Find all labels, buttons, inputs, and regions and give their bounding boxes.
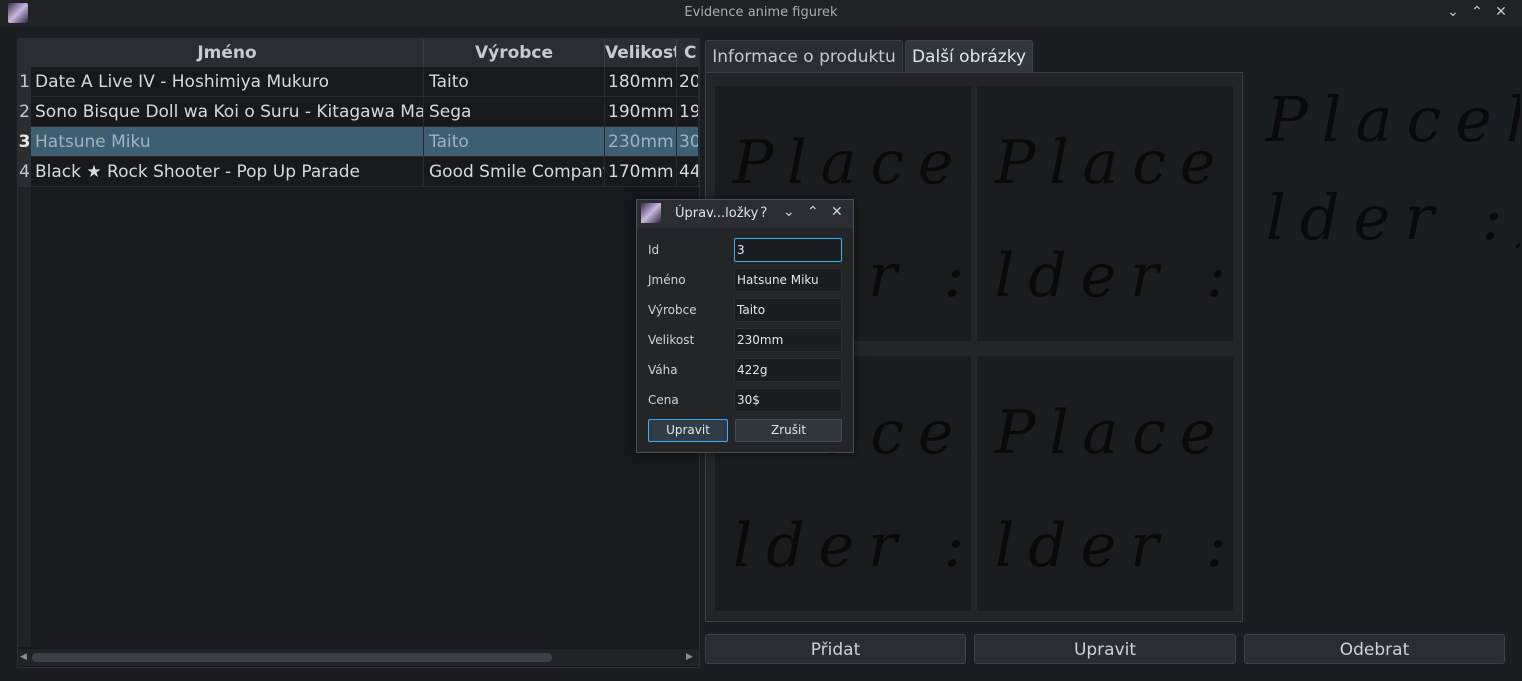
placeholder-text-line2: lder :) — [995, 511, 1233, 581]
image-placeholder: Placeho- lder :) — [977, 356, 1233, 611]
placeholder-text-line2: lder :) — [1266, 181, 1520, 254]
column-header-price[interactable]: C — [677, 39, 699, 67]
minimize-icon[interactable]: ⌄ — [1443, 2, 1463, 22]
main-image-placeholder: Placeho- lder :) — [1252, 60, 1520, 260]
placeholder-text-line1: Placeho- — [995, 398, 1233, 468]
scroll-right-icon[interactable]: ▶ — [686, 652, 693, 662]
cell-size[interactable]: 230mm — [605, 127, 677, 157]
remove-button[interactable]: Odebrat — [1244, 634, 1505, 664]
name-field[interactable]: Hatsune Miku — [734, 268, 842, 292]
maker-label: Výrobce — [648, 303, 697, 317]
price-field[interactable]: 30$ — [734, 388, 842, 412]
cell-name[interactable]: Hatsune Miku — [31, 127, 424, 157]
placeholder-text-line2: lder :) — [995, 241, 1233, 311]
maximize-icon[interactable]: ⌃ — [1467, 2, 1487, 22]
close-icon[interactable]: ✕ — [1491, 2, 1511, 22]
placeholder-text-line2: lder :) — [733, 511, 971, 581]
dialog-title: Úprav...ložky — [675, 206, 759, 221]
size-label: Velikost — [648, 333, 695, 347]
cell-price[interactable]: 44 — [677, 157, 699, 187]
dialog-minimize-icon[interactable]: ⌄ — [783, 204, 795, 220]
cell-maker[interactable]: Taito — [424, 67, 605, 97]
column-header-name[interactable]: Jméno — [31, 39, 424, 67]
cell-size[interactable]: 180mm — [605, 67, 677, 97]
edit-item-dialog: Úprav...ložky ? ⌄ ⌃ ✕ Id 3 Jméno Hatsune… — [636, 199, 854, 453]
cell-size[interactable]: 170mm — [605, 157, 677, 187]
scrollbar-thumb[interactable] — [32, 653, 552, 662]
maker-field[interactable]: Taito — [734, 298, 842, 322]
cell-name[interactable]: Sono Bisque Doll wa Koi o Suru - Kitagaw… — [31, 97, 424, 127]
table-row[interactable]: 4 Black ★ Rock Shooter - Pop Up Parade G… — [18, 157, 699, 187]
price-label: Cena — [648, 393, 679, 407]
weight-field[interactable]: 422g — [734, 358, 842, 382]
cell-name[interactable]: Black ★ Rock Shooter - Pop Up Parade — [31, 157, 424, 187]
add-button[interactable]: Přidat — [705, 634, 966, 664]
table-row-selected[interactable]: 3 Hatsune Miku Taito 230mm 30 — [18, 127, 699, 157]
cell-maker[interactable]: Good Smile Company — [424, 157, 605, 187]
horizontal-scrollbar[interactable]: ◀ ▶ — [18, 649, 699, 666]
id-field[interactable]: 3 — [734, 238, 842, 262]
figures-table[interactable]: Jméno Výrobce Velikost C 1 Date A Live I… — [17, 38, 700, 668]
column-header-maker[interactable]: Výrobce — [424, 39, 605, 67]
table-corner — [18, 39, 31, 67]
cell-name[interactable]: Date A Live IV - Hoshimiya Mukuro — [31, 67, 424, 97]
cancel-button[interactable]: Zrušit — [735, 419, 842, 442]
row-number: 1 — [18, 67, 31, 97]
edit-button[interactable]: Upravit — [974, 634, 1236, 664]
table-row[interactable]: 1 Date A Live IV - Hoshimiya Mukuro Tait… — [18, 67, 699, 97]
cell-price[interactable]: 20 — [677, 67, 699, 97]
cell-price[interactable]: 19 — [677, 97, 699, 127]
confirm-edit-button[interactable]: Upravit — [648, 419, 728, 442]
name-label: Jméno — [648, 273, 686, 287]
dialog-titlebar: Úprav...ložky ? ⌄ ⌃ ✕ — [637, 200, 853, 228]
cell-size[interactable]: 190mm — [605, 97, 677, 127]
size-field[interactable]: 230mm — [734, 328, 842, 352]
dialog-maximize-icon[interactable]: ⌃ — [807, 204, 819, 220]
tab-more-images[interactable]: Další obrázky — [905, 40, 1033, 73]
placeholder-text-line1: Placeho- — [995, 128, 1233, 198]
cell-price[interactable]: 30 — [677, 127, 699, 157]
table-row[interactable]: 2 Sono Bisque Doll wa Koi o Suru - Kitag… — [18, 97, 699, 127]
row-number: 2 — [18, 97, 31, 127]
dialog-app-icon — [641, 203, 661, 223]
help-icon[interactable]: ? — [760, 205, 767, 221]
window-titlebar: Evidence anime figurek ⌄ ⌃ ✕ — [0, 0, 1522, 26]
cell-maker[interactable]: Taito — [424, 127, 605, 157]
row-number: 3 — [18, 127, 31, 157]
cell-maker[interactable]: Sega — [424, 97, 605, 127]
row-number: 4 — [18, 157, 31, 187]
column-header-size[interactable]: Velikost — [605, 39, 677, 67]
scroll-left-icon[interactable]: ◀ — [20, 652, 27, 662]
id-label: Id — [648, 243, 660, 257]
weight-label: Váha — [648, 363, 678, 377]
image-placeholder: Placeho- lder :) — [977, 86, 1233, 341]
window-title: Evidence anime figurek — [684, 5, 838, 20]
tab-product-info[interactable]: Informace o produktu — [705, 40, 903, 73]
dialog-close-icon[interactable]: ✕ — [831, 204, 843, 220]
